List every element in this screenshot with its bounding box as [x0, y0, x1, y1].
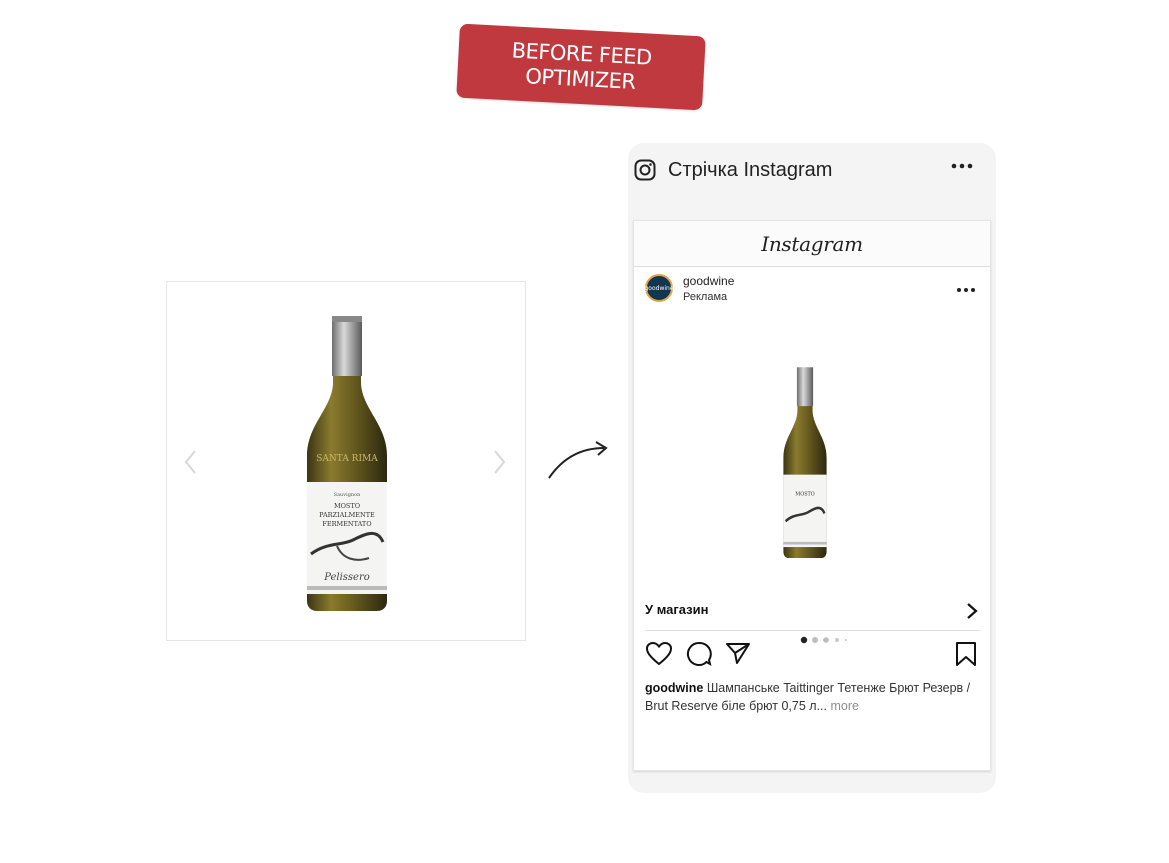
comment-icon[interactable] — [686, 641, 712, 667]
product-gallery: SANTA RIMA Sauvignon MOSTO PARZIALMENTE … — [166, 281, 526, 641]
post-username[interactable]: goodwine — [683, 274, 734, 288]
instagram-icon — [634, 159, 656, 181]
badge-line-2: OPTIMIZER — [524, 64, 637, 94]
chevron-right-icon — [967, 603, 978, 619]
wine-bottle-image: SANTA RIMA Sauvignon MOSTO PARZIALMENTE … — [307, 316, 387, 611]
chevron-left-icon[interactable] — [181, 447, 201, 477]
avatar-text: goodwine — [644, 284, 674, 292]
instagram-logo: Instagram — [761, 231, 863, 256]
heart-icon[interactable] — [645, 641, 673, 667]
bookmark-icon[interactable] — [955, 641, 977, 667]
svg-text:SANTA RIMA: SANTA RIMA — [316, 454, 378, 464]
sponsored-label: Реклама — [683, 291, 728, 303]
caption-more-link[interactable]: more — [830, 699, 858, 713]
before-feed-optimizer-badge: BEFORE FEED OPTIMIZER — [456, 23, 706, 111]
chevron-right-icon[interactable] — [489, 447, 509, 477]
caption-username[interactable]: goodwine — [645, 681, 703, 695]
svg-text:Pelissero: Pelissero — [323, 572, 370, 583]
shop-cta-row[interactable]: У магазин — [645, 594, 980, 631]
carousel-dots — [800, 636, 848, 644]
phone-header: Стрічка Instagram — [628, 143, 996, 199]
more-horizontal-icon[interactable] — [956, 287, 976, 293]
carousel-dot — [800, 636, 808, 644]
carousel-dot — [823, 637, 829, 643]
avatar[interactable]: goodwine — [644, 274, 674, 302]
post-caption: goodwine Шампанське Taittinger Тетенже Б… — [645, 679, 975, 715]
instagram-topbar: Instagram — [634, 221, 990, 267]
curved-arrow-icon — [548, 441, 608, 479]
carousel-dot — [812, 637, 818, 643]
shop-cta-label: У магазин — [645, 602, 709, 617]
instagram-post: Instagram goodwine goodwine Реклама MOST… — [633, 220, 991, 771]
carousel-dot — [835, 638, 839, 642]
svg-text:MOSTO: MOSTO — [334, 502, 360, 510]
carousel-dot — [844, 638, 848, 642]
feed-title: Стрічка Instagram — [668, 159, 833, 181]
svg-text:FERMENTATO: FERMENTATO — [322, 520, 371, 528]
more-horizontal-icon[interactable] — [951, 163, 973, 169]
svg-text:PARZIALMENTE: PARZIALMENTE — [319, 511, 375, 519]
svg-text:Sauvignon: Sauvignon — [334, 492, 361, 498]
post-product-image: MOSTO — [783, 367, 827, 559]
svg-text:MOSTO: MOSTO — [795, 491, 815, 498]
share-icon[interactable] — [725, 641, 751, 665]
instagram-feed-mockup: Стрічка Instagram Instagram goodwine goo… — [628, 143, 996, 793]
